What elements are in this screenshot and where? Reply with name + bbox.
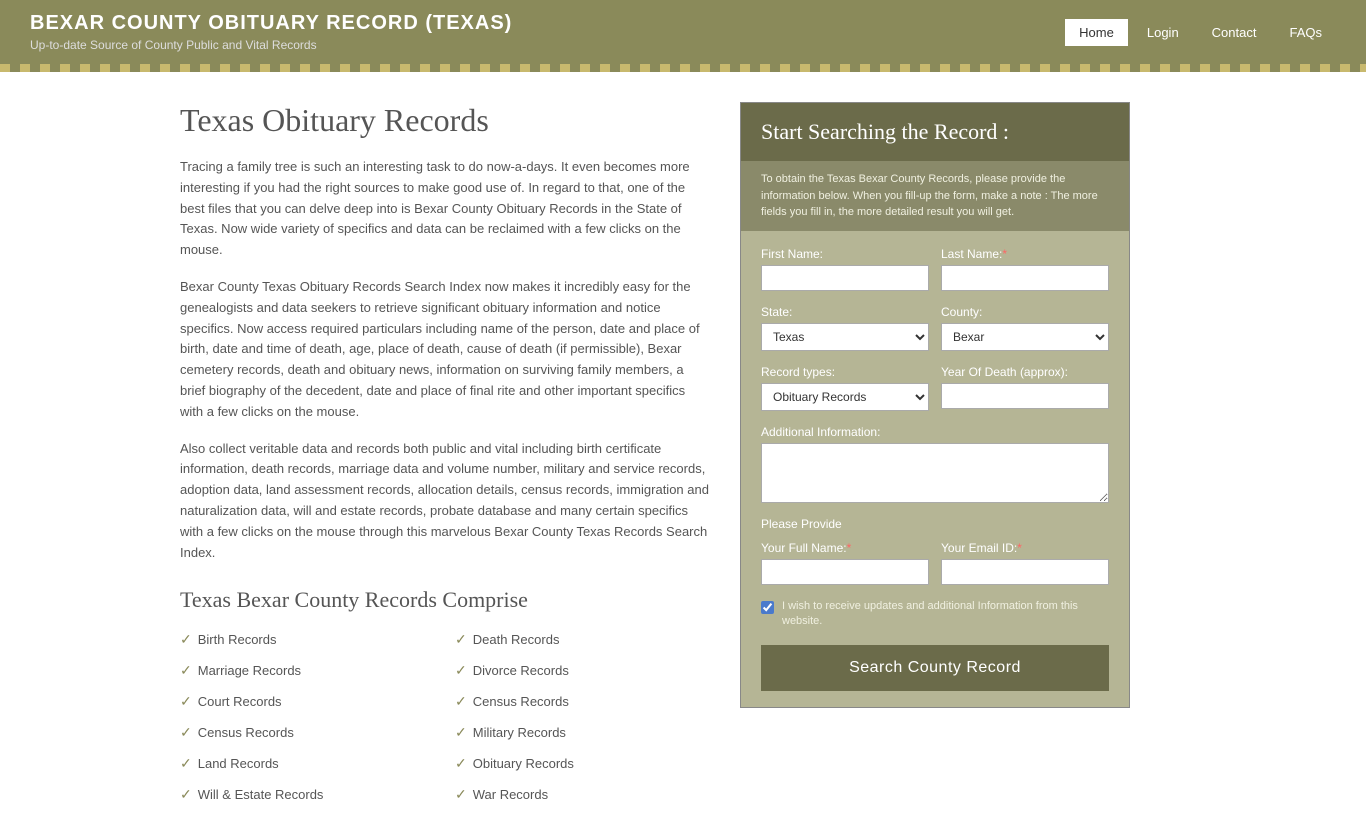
list-item: ✓ Will & Estate Records bbox=[180, 782, 435, 807]
county-label: County: bbox=[941, 305, 1109, 319]
nav-login[interactable]: Login bbox=[1133, 19, 1193, 46]
list-item: ✓ Birth Records bbox=[180, 627, 435, 652]
check-icon: ✓ bbox=[455, 786, 467, 803]
full-name-required: * bbox=[847, 541, 852, 555]
list-item: ✓ Census Records bbox=[180, 720, 435, 745]
year-of-death-input[interactable] bbox=[941, 383, 1109, 409]
site-subtitle: Up-to-date Source of County Public and V… bbox=[30, 38, 512, 52]
record-label: Court Records bbox=[198, 694, 282, 709]
record-label: Land Records bbox=[198, 756, 279, 771]
list-item: ✓ Court Records bbox=[180, 689, 435, 714]
additional-info-textarea[interactable] bbox=[761, 443, 1109, 503]
check-icon: ✓ bbox=[180, 755, 192, 772]
check-icon: ✓ bbox=[180, 786, 192, 803]
check-icon: ✓ bbox=[180, 631, 192, 648]
record-label: Divorce Records bbox=[473, 663, 569, 678]
email-input[interactable] bbox=[941, 559, 1109, 585]
paragraph-2: Bexar County Texas Obituary Records Sear… bbox=[180, 277, 710, 423]
state-group: State: Texas Alabama Alaska Arizona Arka… bbox=[761, 305, 929, 351]
state-county-row: State: Texas Alabama Alaska Arizona Arka… bbox=[761, 305, 1109, 351]
last-name-label: Last Name:* bbox=[941, 247, 1109, 261]
check-icon: ✓ bbox=[180, 724, 192, 741]
record-label: Death Records bbox=[473, 632, 560, 647]
search-form-panel: Start Searching the Record : To obtain t… bbox=[740, 102, 1130, 708]
main-heading: Texas Obituary Records bbox=[180, 102, 710, 139]
newsletter-label[interactable]: I wish to receive updates and additional… bbox=[782, 599, 1109, 630]
main-nav: Home Login Contact FAQs bbox=[1065, 19, 1336, 46]
check-icon: ✓ bbox=[455, 662, 467, 679]
paragraph-1: Tracing a family tree is such an interes… bbox=[180, 157, 710, 261]
record-label: Census Records bbox=[473, 694, 569, 709]
email-label: Your Email ID:* bbox=[941, 541, 1109, 555]
list-item: ✓ Census Records bbox=[455, 689, 710, 714]
additional-info-group: Additional Information: bbox=[761, 425, 1109, 503]
records-list: ✓ Birth Records ✓ Death Records ✓ Marria… bbox=[180, 627, 710, 807]
county-select[interactable]: Bexar Harris Dallas Tarrant Travis bbox=[941, 323, 1109, 351]
name-row: First Name: Last Name:* bbox=[761, 247, 1109, 291]
full-name-input[interactable] bbox=[761, 559, 929, 585]
check-icon: ✓ bbox=[455, 693, 467, 710]
main-container: Texas Obituary Records Tracing a family … bbox=[0, 72, 1366, 837]
nav-home[interactable]: Home bbox=[1065, 19, 1128, 46]
state-select[interactable]: Texas Alabama Alaska Arizona Arkansas Ca… bbox=[761, 323, 929, 351]
check-icon: ✓ bbox=[180, 662, 192, 679]
check-icon: ✓ bbox=[455, 631, 467, 648]
newsletter-checkbox-row: I wish to receive updates and additional… bbox=[761, 599, 1109, 630]
record-type-select[interactable]: Obituary Records Birth Records Death Rec… bbox=[761, 383, 929, 411]
list-item: ✓ Divorce Records bbox=[455, 658, 710, 683]
first-name-input[interactable] bbox=[761, 265, 929, 291]
site-title: BEXAR COUNTY OBITUARY RECORD (TEXAS) bbox=[30, 12, 512, 35]
list-item: ✓ Marriage Records bbox=[180, 658, 435, 683]
newsletter-checkbox[interactable] bbox=[761, 601, 774, 614]
additional-info-label: Additional Information: bbox=[761, 425, 1109, 439]
email-required: * bbox=[1017, 541, 1022, 555]
record-label: Marriage Records bbox=[198, 663, 301, 678]
records-heading: Texas Bexar County Records Comprise bbox=[180, 587, 710, 613]
search-county-record-button[interactable]: Search County Record bbox=[761, 645, 1109, 691]
check-icon: ✓ bbox=[455, 755, 467, 772]
county-group: County: Bexar Harris Dallas Tarrant Trav… bbox=[941, 305, 1109, 351]
record-label: Census Records bbox=[198, 725, 294, 740]
state-label: State: bbox=[761, 305, 929, 319]
header-border-decoration bbox=[0, 64, 1366, 72]
form-panel-title: Start Searching the Record : bbox=[761, 119, 1109, 145]
form-body: First Name: Last Name:* State: Texas bbox=[741, 231, 1129, 708]
check-icon: ✓ bbox=[180, 693, 192, 710]
please-provide-label: Please Provide bbox=[761, 517, 1109, 531]
record-type-row: Record types: Obituary Records Birth Rec… bbox=[761, 365, 1109, 411]
contact-row: Your Full Name:* Your Email ID:* bbox=[761, 541, 1109, 585]
year-of-death-label: Year Of Death (approx): bbox=[941, 365, 1109, 379]
record-label: Will & Estate Records bbox=[198, 787, 324, 802]
paragraph-3: Also collect veritable data and records … bbox=[180, 439, 710, 564]
record-label: Birth Records bbox=[198, 632, 277, 647]
last-name-input[interactable] bbox=[941, 265, 1109, 291]
year-of-death-group: Year Of Death (approx): bbox=[941, 365, 1109, 411]
check-icon: ✓ bbox=[455, 724, 467, 741]
email-group: Your Email ID:* bbox=[941, 541, 1109, 585]
nav-contact[interactable]: Contact bbox=[1198, 19, 1271, 46]
record-label: Military Records bbox=[473, 725, 566, 740]
list-item: ✓ Obituary Records bbox=[455, 751, 710, 776]
last-name-group: Last Name:* bbox=[941, 247, 1109, 291]
full-name-label: Your Full Name:* bbox=[761, 541, 929, 555]
record-types-label: Record types: bbox=[761, 365, 929, 379]
record-label: War Records bbox=[473, 787, 548, 802]
form-panel-header: Start Searching the Record : bbox=[741, 103, 1129, 161]
content-area: Texas Obituary Records Tracing a family … bbox=[180, 102, 710, 807]
record-label: Obituary Records bbox=[473, 756, 574, 771]
list-item: ✓ Land Records bbox=[180, 751, 435, 776]
form-subtext: To obtain the Texas Bexar County Records… bbox=[741, 161, 1129, 231]
list-item: ✓ War Records bbox=[455, 782, 710, 807]
header-branding: BEXAR COUNTY OBITUARY RECORD (TEXAS) Up-… bbox=[30, 12, 512, 52]
last-name-required: * bbox=[1002, 247, 1007, 261]
record-types-group: Record types: Obituary Records Birth Rec… bbox=[761, 365, 929, 411]
list-item: ✓ Death Records bbox=[455, 627, 710, 652]
first-name-group: First Name: bbox=[761, 247, 929, 291]
list-item: ✓ Military Records bbox=[455, 720, 710, 745]
nav-faqs[interactable]: FAQs bbox=[1275, 19, 1336, 46]
first-name-label: First Name: bbox=[761, 247, 929, 261]
additional-info-row: Additional Information: bbox=[761, 425, 1109, 503]
site-header: BEXAR COUNTY OBITUARY RECORD (TEXAS) Up-… bbox=[0, 0, 1366, 64]
full-name-group: Your Full Name:* bbox=[761, 541, 929, 585]
